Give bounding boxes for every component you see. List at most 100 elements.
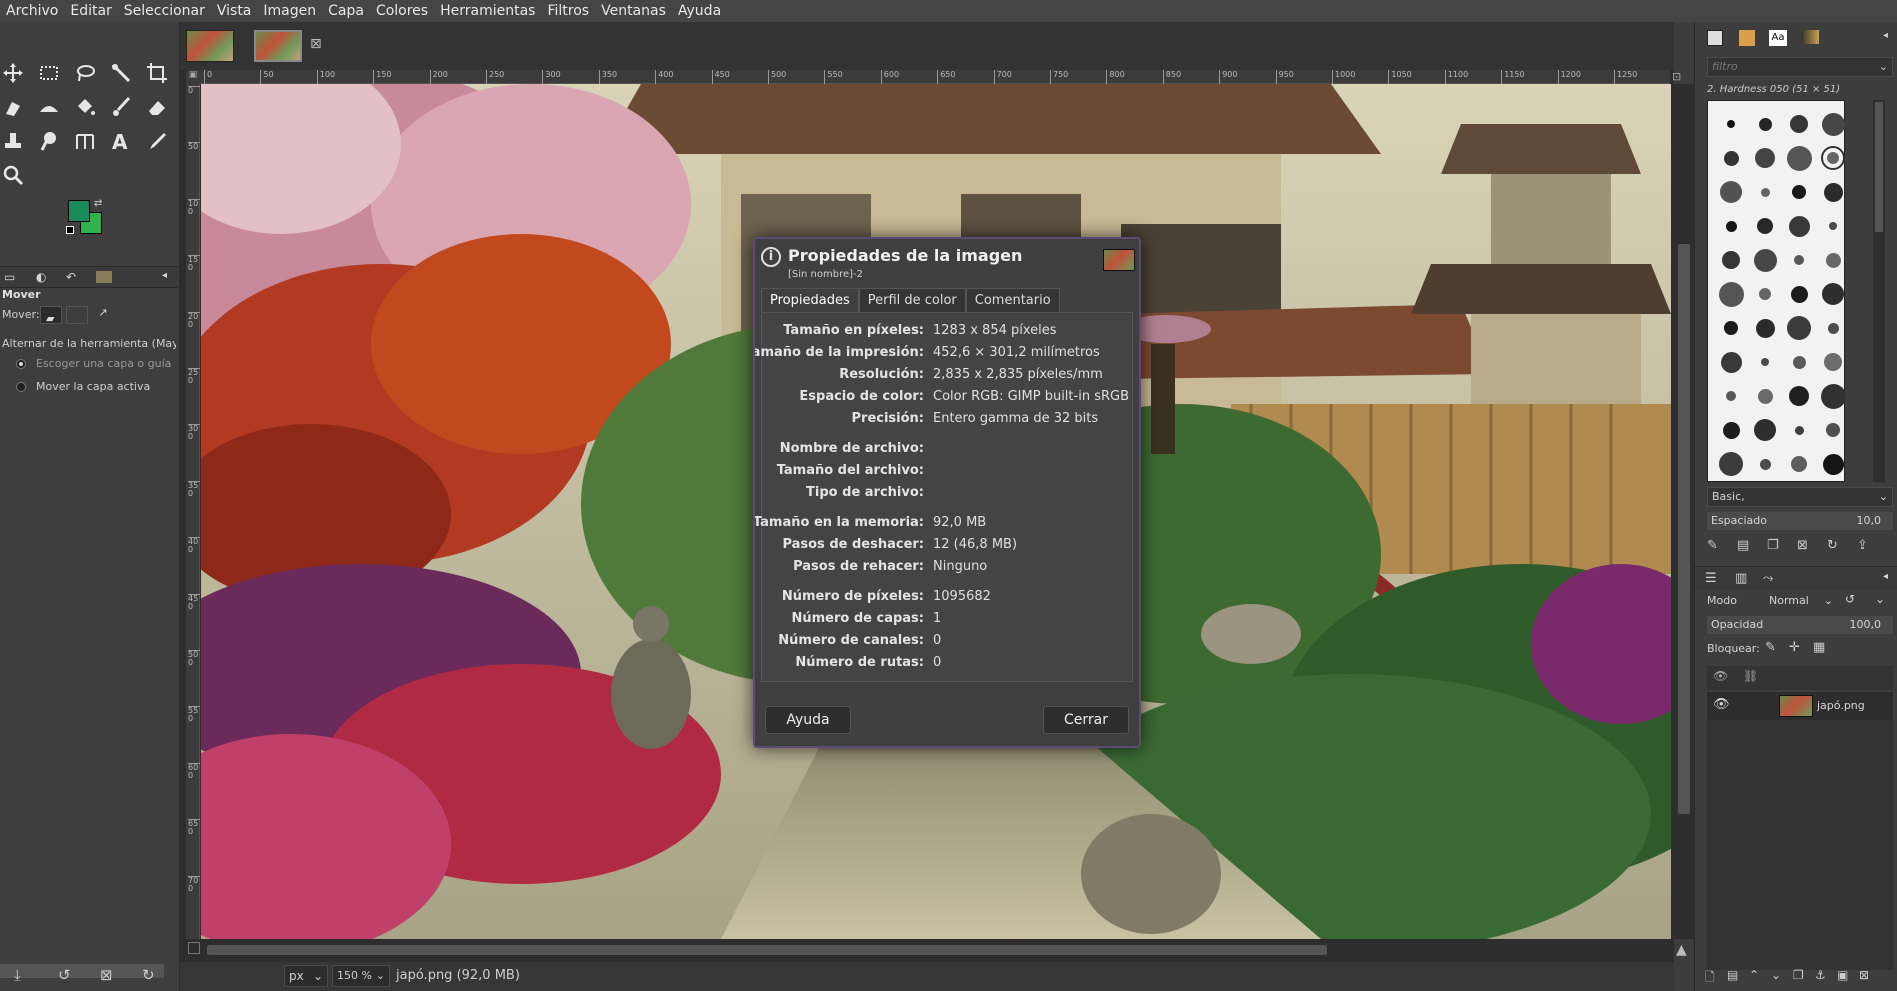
- brush-preview[interactable]: [1758, 117, 1772, 131]
- tab-perfil-de-color[interactable]: Perfil de color: [858, 288, 966, 312]
- brush-preview[interactable]: [1727, 120, 1735, 128]
- brush-preview[interactable]: [1755, 318, 1775, 338]
- menu-imagen[interactable]: Imagen: [257, 0, 322, 22]
- mode-select[interactable]: Normal ⌄: [1769, 592, 1833, 610]
- undo-history-tab-icon[interactable]: ↶: [66, 270, 76, 284]
- opacity-slider[interactable]: Opacidad 100,0: [1707, 616, 1893, 634]
- menu-vista[interactable]: Vista: [211, 0, 258, 22]
- menu-archivo[interactable]: Archivo: [0, 0, 64, 22]
- toolbox-scrollbar[interactable]: [0, 964, 164, 978]
- brush-preview[interactable]: [1757, 218, 1773, 234]
- zoom-follow-icon[interactable]: ⊡: [1672, 70, 1690, 84]
- brush-preview[interactable]: [1792, 355, 1806, 369]
- save-options-icon[interactable]: ⤓: [14, 966, 21, 984]
- brush-preview[interactable]: [1759, 288, 1771, 300]
- lock-alpha-icon[interactable]: ▦: [1813, 640, 1825, 655]
- zoom-select[interactable]: 150 % ⌄: [332, 965, 390, 987]
- crop-icon[interactable]: [144, 60, 170, 86]
- lock-position-icon[interactable]: ✛: [1789, 640, 1800, 655]
- close-button[interactable]: Cerrar: [1043, 706, 1129, 734]
- refresh-brushes-icon[interactable]: ↻: [1827, 538, 1838, 553]
- image-tab-thumbnail-2[interactable]: [254, 30, 302, 62]
- fuzzy-select-icon[interactable]: [108, 60, 134, 86]
- configure-tab-icon[interactable]: ◂: [1883, 571, 1888, 582]
- move-selection-button[interactable]: [66, 306, 88, 324]
- menu-herramientas[interactable]: Herramientas: [434, 0, 541, 22]
- chevron-down-icon[interactable]: ⌄: [1875, 592, 1885, 606]
- spacing-slider[interactable]: Espaciado 10,0: [1707, 512, 1893, 530]
- brush-preview[interactable]: [1792, 185, 1806, 199]
- reset-mode-icon[interactable]: ↺: [1845, 592, 1855, 606]
- delete-brush-icon[interactable]: ⊠: [1797, 538, 1808, 553]
- brush-preview[interactable]: [1722, 421, 1740, 439]
- horizontal-scroll-thumb[interactable]: [207, 945, 1327, 955]
- brush-preview[interactable]: [1823, 182, 1843, 202]
- layer-mask-icon[interactable]: ▣: [1837, 968, 1848, 982]
- brush-preview[interactable]: [1794, 255, 1804, 265]
- unit-select[interactable]: px ⌄: [284, 965, 328, 987]
- gradients-tab-icon[interactable]: [1801, 30, 1819, 44]
- move-tool-icon[interactable]: [0, 60, 26, 86]
- tool-options-tab-icon[interactable]: ▭: [4, 270, 15, 284]
- swap-colors-icon[interactable]: ⇄: [94, 198, 102, 209]
- layer-row[interactable]: 👁 japó.png: [1707, 692, 1893, 720]
- layers-tab-icon[interactable]: ☰: [1705, 571, 1717, 586]
- brush-preview[interactable]: [1719, 452, 1743, 476]
- brush-preview[interactable]: [1790, 285, 1808, 303]
- transform-icon[interactable]: [0, 94, 26, 120]
- color-picker-icon[interactable]: [144, 128, 170, 154]
- rect-select-icon[interactable]: [36, 60, 62, 86]
- brush-filter-input[interactable]: filtro ⌄: [1707, 57, 1893, 77]
- brush-preview[interactable]: [1759, 458, 1771, 470]
- anchor-layer-icon[interactable]: ⚓: [1815, 968, 1826, 982]
- warp-icon[interactable]: [36, 94, 62, 120]
- brush-preview[interactable]: [1821, 146, 1845, 170]
- new-group-icon[interactable]: ▤: [1727, 968, 1738, 982]
- brush-preview[interactable]: [1720, 351, 1742, 373]
- duplicate-layer-icon[interactable]: ❐: [1793, 968, 1804, 982]
- new-brush-icon[interactable]: ▤: [1737, 538, 1749, 553]
- brush-preview[interactable]: [1827, 322, 1839, 334]
- zoom-icon[interactable]: [0, 162, 26, 188]
- radio-active-layer[interactable]: [16, 382, 26, 392]
- brush-scrollbar[interactable]: [1873, 100, 1885, 482]
- brush-preview[interactable]: [1826, 423, 1840, 437]
- fonts-tab-icon[interactable]: Aa: [1769, 30, 1787, 46]
- menu-editar[interactable]: Editar: [64, 0, 117, 22]
- vertical-scroll-thumb[interactable]: [1678, 244, 1690, 814]
- paintbrush-icon[interactable]: [108, 94, 134, 120]
- brush-preview[interactable]: [1821, 112, 1845, 136]
- brush-preset-select[interactable]: Basic, ⌄: [1707, 487, 1893, 507]
- tab-comentario[interactable]: Comentario: [965, 288, 1060, 312]
- edit-brush-icon[interactable]: ✎: [1707, 538, 1718, 553]
- move-path-button[interactable]: ↗: [92, 306, 114, 324]
- brush-preview[interactable]: [1788, 215, 1810, 237]
- images-tab-icon[interactable]: [96, 271, 112, 283]
- eraser-icon[interactable]: [144, 94, 170, 120]
- brush-preview[interactable]: [1794, 425, 1804, 435]
- brush-preview[interactable]: [1724, 321, 1738, 335]
- patterns-tab-icon[interactable]: [1739, 30, 1755, 46]
- tab-propiedades[interactable]: Propiedades: [761, 288, 859, 312]
- brush-preview[interactable]: [1822, 453, 1844, 475]
- brush-preview[interactable]: [1822, 283, 1844, 305]
- image-tab-thumbnail-1[interactable]: [186, 30, 234, 62]
- navigate-icon[interactable]: ▲: [1676, 942, 1687, 958]
- brush-preview[interactable]: [1790, 115, 1808, 133]
- brush-preview[interactable]: [1786, 145, 1812, 171]
- brush-preview[interactable]: [1820, 383, 1846, 409]
- default-colors-icon[interactable]: [66, 226, 74, 234]
- eye-icon[interactable]: 👁: [1713, 697, 1730, 712]
- brush-preview[interactable]: [1761, 358, 1769, 366]
- brush-preview[interactable]: [1825, 252, 1841, 268]
- brush-preview[interactable]: [1824, 353, 1842, 371]
- brush-preview[interactable]: [1791, 456, 1807, 472]
- open-brush-icon[interactable]: ⇪: [1857, 538, 1868, 553]
- radio-pick-layer[interactable]: [16, 359, 26, 369]
- paths-tab-icon[interactable]: ⤳: [1763, 571, 1773, 586]
- brush-preview[interactable]: [1722, 251, 1740, 269]
- help-button[interactable]: Ayuda: [765, 706, 851, 734]
- device-status-tab-icon[interactable]: ◐: [36, 270, 46, 284]
- duplicate-brush-icon[interactable]: ❐: [1767, 538, 1779, 553]
- brushes-tab-icon[interactable]: [1707, 30, 1723, 46]
